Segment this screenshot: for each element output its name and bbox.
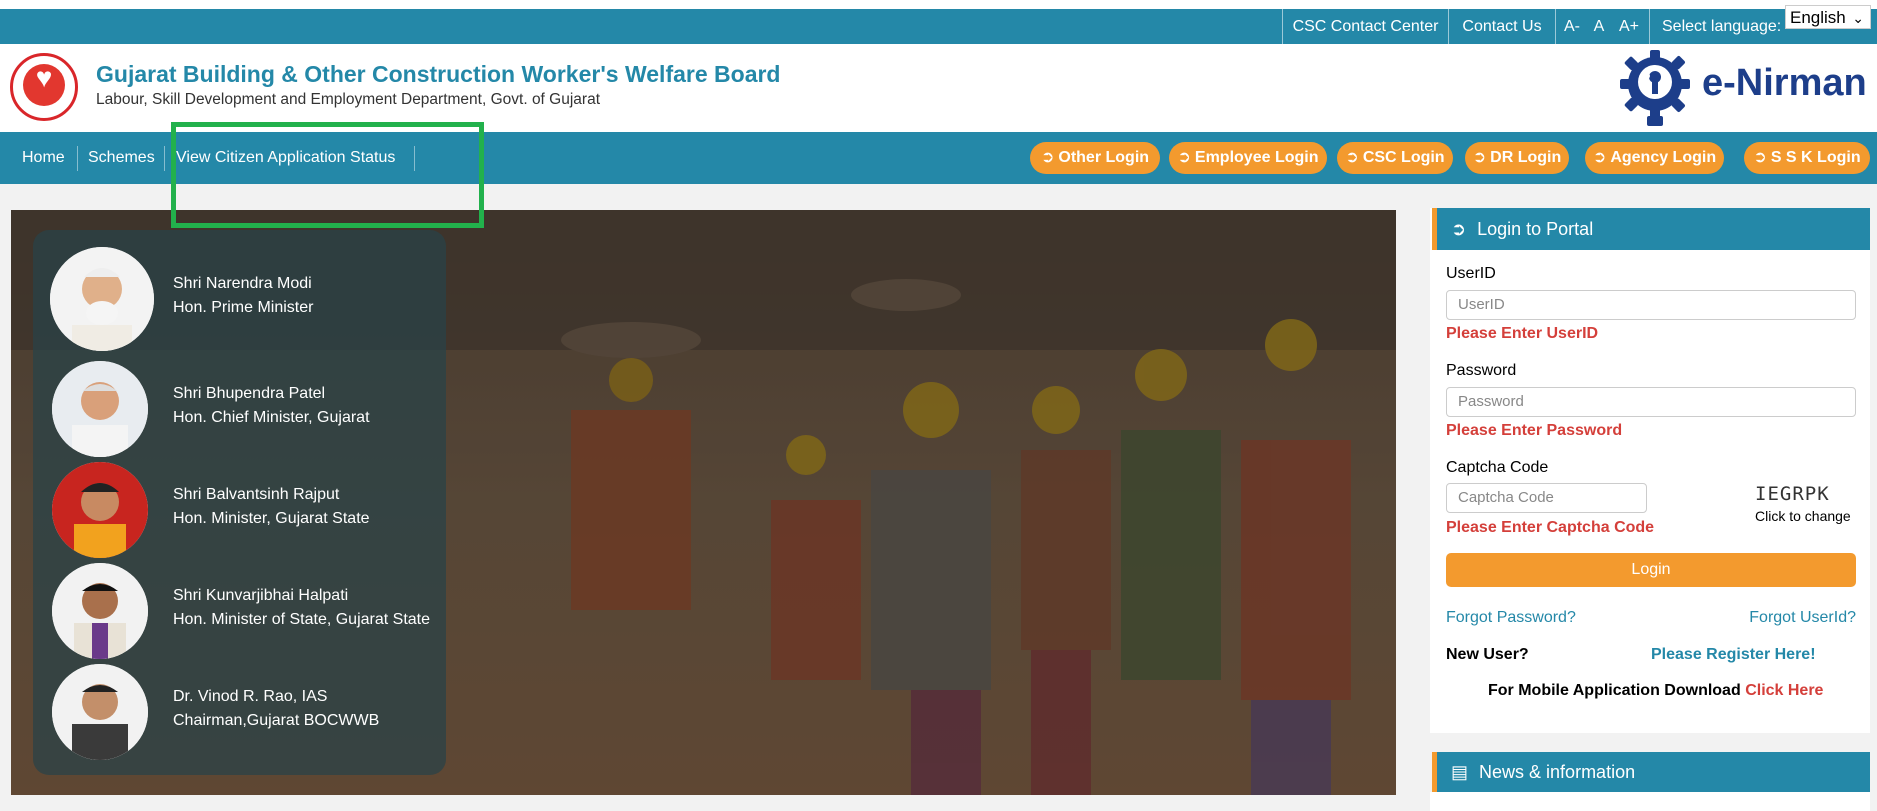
mobile-app-text: For Mobile Application Download Click He… — [1488, 682, 1823, 700]
password-error: Please Enter Password — [1446, 422, 1623, 439]
nav-home[interactable]: Home — [22, 132, 65, 184]
forgot-userid-link[interactable]: Forgot UserId? — [1749, 609, 1856, 627]
e-nirman-logo[interactable]: e-Nirman — [1610, 46, 1872, 130]
leader-name: Shri Bhupendra Patel — [173, 385, 326, 402]
site-subtitle: Labour, Skill Development and Employment… — [96, 91, 600, 108]
mobile-app-click-here-link[interactable]: Click Here — [1745, 682, 1823, 699]
leader-card: Shri Kunvarjibhai Halpati Hon. Minister … — [33, 559, 446, 659]
mobile-app-label: For Mobile Application Download — [1488, 682, 1741, 699]
news-panel-header: ▤ News & information — [1432, 752, 1870, 792]
leader-portrait — [52, 361, 148, 457]
ssk-login-button[interactable]: ➲ S S K Login — [1744, 142, 1870, 174]
nav-schemes[interactable]: Schemes — [88, 132, 155, 184]
leader-card: Shri Narendra Modi Hon. Prime Minister — [33, 247, 446, 351]
login-button[interactable]: Login — [1446, 553, 1856, 587]
leader-role: Hon. Minister of State, Gujarat State — [173, 611, 431, 628]
chevron-down-icon: ⌄ — [1852, 10, 1864, 26]
captcha-input[interactable]: Captcha Code — [1446, 483, 1647, 513]
password-input[interactable]: Password — [1446, 387, 1856, 417]
news-panel-title: News & information — [1479, 762, 1636, 782]
sign-in-icon: ➲ — [1040, 149, 1055, 166]
top-strip — [0, 0, 1877, 9]
highlight-annotation-box — [171, 122, 484, 228]
userid-input[interactable]: UserID — [1446, 290, 1856, 320]
other-login-button[interactable]: ➲ Other Login — [1030, 142, 1160, 174]
gear-bulb-icon — [1620, 50, 1690, 126]
sign-in-icon: ➲ — [1472, 149, 1487, 166]
leader-card: Shri Bhupendra Patel Hon. Chief Minister… — [33, 357, 446, 457]
leaders-panel: Shri Narendra Modi Hon. Prime Minister S… — [33, 230, 446, 775]
leader-name: Shri Narendra Modi — [173, 275, 312, 292]
leader-role: Hon. Minister, Gujarat State — [173, 510, 370, 527]
leader-role: Hon. Prime Minister — [173, 299, 314, 316]
new-user-label: New User? — [1446, 646, 1529, 663]
captcha-refresh-note[interactable]: Click to change — [1755, 508, 1851, 524]
nav-divider — [164, 146, 165, 171]
agency-login-button[interactable]: ➲ Agency Login — [1585, 142, 1724, 174]
leader-portrait — [52, 563, 148, 659]
sign-in-icon: ➲ — [1753, 149, 1767, 166]
leader-photo — [50, 247, 154, 351]
top-utility-bar: CSC Contact Center Contact Us A- A A+ Se… — [0, 9, 1877, 44]
leader-name: Dr. Vinod R. Rao, IAS — [173, 688, 328, 705]
agency-login-label: Agency Login — [1610, 149, 1717, 166]
userid-label: UserID — [1446, 265, 1496, 282]
dr-login-label: DR Login — [1490, 149, 1562, 166]
captcha-label: Captcha Code — [1446, 459, 1549, 476]
board-logo[interactable]: ♥ — [10, 53, 78, 121]
password-label: Password — [1446, 362, 1517, 379]
nav-divider — [77, 146, 78, 171]
register-link[interactable]: Please Register Here! — [1651, 646, 1816, 664]
font-increase-button[interactable]: A+ — [1611, 9, 1647, 44]
newspaper-icon: ▤ — [1451, 762, 1469, 782]
login-panel-title: Login to Portal — [1477, 219, 1594, 239]
ssk-login-label: S S K Login — [1770, 149, 1861, 166]
sign-in-icon: ➲ — [1451, 219, 1467, 239]
leader-card: Shri Balvantsinh Rajput Hon. Minister, G… — [33, 458, 446, 558]
leader-photo — [52, 462, 148, 558]
employee-login-button[interactable]: ➲ Employee Login — [1169, 142, 1327, 174]
sign-in-icon: ➲ — [1177, 149, 1191, 166]
sign-in-icon: ➲ — [1345, 149, 1359, 166]
leader-role: Hon. Chief Minister, Gujarat — [173, 409, 370, 426]
leader-name: Shri Kunvarjibhai Halpati — [173, 587, 349, 604]
leader-portrait — [50, 247, 154, 351]
site-header: ♥ Gujarat Building & Other Construction … — [0, 44, 1877, 132]
leader-name: Shri Balvantsinh Rajput — [173, 486, 340, 503]
leader-photo — [52, 563, 148, 659]
font-decrease-button[interactable]: A- — [1555, 9, 1588, 44]
login-panel-header: ➲ Login to Portal — [1432, 208, 1870, 250]
language-select[interactable]: English ⌄ — [1785, 5, 1871, 29]
logo-hands-icon: ♥ — [35, 62, 53, 93]
language-value: English — [1790, 8, 1846, 27]
csc-contact-center-link[interactable]: CSC Contact Center — [1282, 9, 1448, 44]
leader-role: Chairman,Gujarat BOCWWB — [173, 712, 380, 729]
leader-photo — [52, 664, 148, 760]
csc-login-button[interactable]: ➲ CSC Login — [1337, 142, 1453, 174]
captcha-image[interactable]: IEGRPK — [1755, 483, 1830, 505]
sign-in-icon: ➲ — [1592, 149, 1607, 166]
csc-login-label: CSC Login — [1362, 149, 1445, 166]
login-panel: ➲ Login to Portal UserID UserID Please E… — [1430, 208, 1870, 733]
captcha-error: Please Enter Captcha Code — [1446, 519, 1655, 536]
site-title: Gujarat Building & Other Construction Wo… — [96, 61, 781, 87]
other-login-label: Other Login — [1058, 149, 1150, 166]
dr-login-button[interactable]: ➲ DR Login — [1465, 142, 1569, 174]
userid-error: Please Enter UserID — [1446, 325, 1599, 342]
news-panel-body — [1430, 792, 1870, 811]
contact-us-link[interactable]: Contact Us — [1448, 9, 1555, 44]
forgot-password-link[interactable]: Forgot Password? — [1446, 609, 1576, 627]
leader-portrait — [52, 664, 148, 760]
leader-portrait — [52, 462, 148, 558]
e-nirman-brand: e-Nirman — [1702, 62, 1867, 104]
leader-card: Dr. Vinod R. Rao, IAS Chairman,Gujarat B… — [33, 660, 446, 760]
leader-photo — [52, 361, 148, 457]
select-language-label: Select language: — [1649, 9, 1785, 44]
employee-login-label: Employee Login — [1194, 149, 1319, 166]
font-normal-button[interactable]: A — [1588, 9, 1610, 44]
